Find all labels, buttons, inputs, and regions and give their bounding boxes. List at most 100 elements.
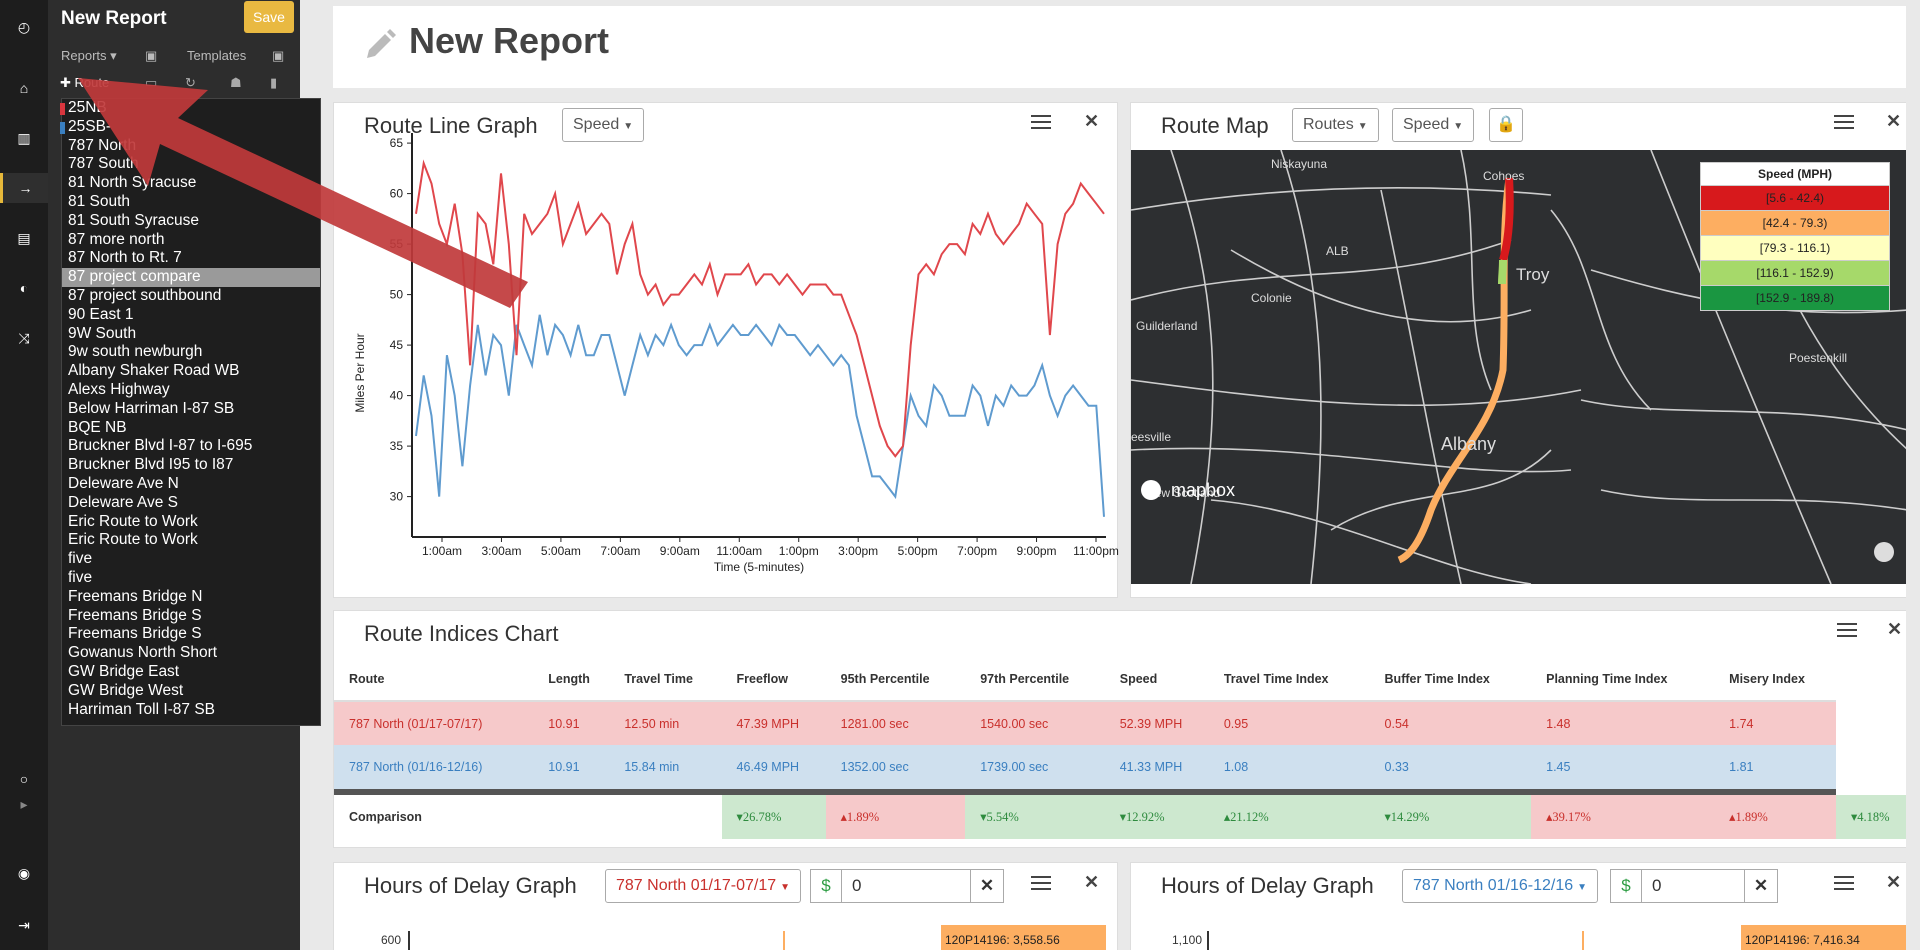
reports-menu[interactable]: Reports ▾ [61, 48, 117, 64]
delay-route-dropdown[interactable]: 787 North 01/16-12/16 ▼ [1402, 869, 1599, 903]
route-list-item[interactable]: 87 more north [62, 231, 320, 250]
route-list-item[interactable]: Deleware Ave S [62, 494, 320, 513]
route-list-item[interactable]: Gowanus North Short [62, 644, 320, 663]
route-list-item[interactable]: Below Harriman I-87 SB [62, 400, 320, 419]
user-icon[interactable]: ◉ [0, 858, 48, 888]
delay-route-dropdown[interactable]: 787 North 01/17-07/17 ▼ [605, 869, 802, 903]
shuffle-icon[interactable]: ⤨ [0, 323, 48, 353]
route-list-item[interactable]: Freemans Bridge S [62, 607, 320, 626]
column-header[interactable]: Buffer Time Index [1369, 657, 1532, 702]
lock-button[interactable]: 🔒 [1489, 108, 1523, 142]
route-arrow-icon[interactable]: → [0, 173, 48, 203]
table-cell: 1.08 [1223, 760, 1249, 774]
route-list-item[interactable]: Bruckner Blvd I95 to I87 [62, 456, 320, 475]
route-list-item[interactable]: 87 project southbound [62, 287, 320, 306]
cost-input[interactable]: 0 [841, 869, 971, 903]
route-list-item[interactable]: 87 North to Rt. 7 [62, 249, 320, 268]
x-tick-label: 1:00pm [779, 544, 819, 558]
refresh-icon[interactable]: ↻ [185, 75, 196, 91]
sidebar-title: New Report [61, 8, 167, 29]
home-icon[interactable]: ⌂ [0, 73, 48, 103]
column-header[interactable]: Route [334, 657, 534, 702]
route-list-item[interactable]: Deleware Ave N [62, 475, 320, 494]
info-icon[interactable] [1874, 542, 1894, 562]
route-list-item[interactable]: Eric Route to Work [62, 513, 320, 532]
delay-graph-card-right: Hours of Delay Graph 787 North 01/16-12/… [1130, 862, 1908, 950]
route-list-item[interactable]: GW Bridge East [62, 663, 320, 682]
route-list-item-label: BQE NB [68, 418, 127, 436]
save-button[interactable]: Save [244, 1, 294, 33]
column-header[interactable]: Planning Time Index [1531, 657, 1715, 702]
column-header[interactable]: 97th Percentile [965, 657, 1105, 702]
save-report-icon[interactable]: ▣ [145, 48, 157, 64]
table-cell: 1.81 [1729, 760, 1754, 774]
route-list-item[interactable]: five [62, 550, 320, 569]
route-dropdown-list[interactable]: 25NB 25SB- 787 North 787 South 81 North Syra… [60, 98, 321, 726]
close-icon[interactable]: ✕ [1886, 111, 1901, 132]
close-icon[interactable]: ✕ [1886, 872, 1901, 893]
y-axis [1207, 931, 1209, 950]
close-icon[interactable]: ✕ [1887, 619, 1902, 640]
users-icon[interactable]: ☗ [230, 75, 242, 91]
mapbox-logo-mark [1141, 480, 1161, 500]
templates-menu[interactable]: Templates [187, 48, 246, 63]
hamburger-menu-icon[interactable] [1031, 876, 1051, 892]
column-header[interactable]: Length [533, 657, 610, 702]
trash-icon[interactable]: ▮ [270, 75, 277, 91]
map-speed-dropdown[interactable]: Speed ▼ [1392, 108, 1475, 142]
expand-arrow-icon[interactable]: ▸ [0, 789, 48, 819]
route-list-item[interactable]: 25SB- [60, 118, 320, 137]
route-list-item[interactable]: 81 South Syracuse [62, 212, 320, 231]
route-list-item[interactable]: Harriman Toll I-87 SB [62, 701, 320, 720]
hamburger-menu-icon[interactable] [1834, 876, 1854, 892]
logout-icon[interactable]: ⇥ [0, 910, 48, 940]
route-list-item[interactable]: 787 North [62, 137, 320, 156]
dashboard-icon[interactable]: ◴ [0, 12, 48, 42]
add-route-button[interactable]: ✚ Route [60, 75, 109, 91]
route-list-item[interactable]: 25NB [60, 99, 320, 118]
route-list-item[interactable]: Bruckner Blvd I-87 to I-695 [62, 437, 320, 456]
route-list-item[interactable]: Eric Route to Work [62, 531, 320, 550]
column-header[interactable]: 95th Percentile [825, 657, 966, 702]
routes-dropdown[interactable]: Routes ▼ [1292, 108, 1379, 142]
route-list-item[interactable]: five [62, 569, 320, 588]
map-label-alb: ALB [1326, 244, 1349, 258]
clear-button[interactable]: ✕ [970, 869, 1004, 903]
route-map[interactable]: Niskayuna Cohoes ALB Troy Colonie Guilde… [1131, 150, 1908, 584]
route-list-item[interactable]: BQE NB [62, 419, 320, 438]
gauge-icon[interactable]: ◐ [0, 273, 48, 303]
column-header[interactable]: Misery Index [1714, 657, 1836, 702]
route-list-item[interactable]: Freemans Bridge N [62, 588, 320, 607]
route-list-item[interactable]: 90 East 1 [62, 306, 320, 325]
route-list-item-label: Deleware Ave S [68, 493, 178, 511]
column-header[interactable]: Speed [1104, 657, 1209, 702]
column-header[interactable]: Freeflow [721, 657, 826, 702]
clear-button[interactable]: ✕ [1744, 869, 1778, 903]
page-title: New Report [409, 20, 610, 61]
route-list-item[interactable]: Alexs Highway [62, 381, 320, 400]
table-cell: 41.33 MPH [1119, 760, 1183, 774]
save-template-icon[interactable]: ▣ [272, 48, 284, 64]
page-scrollbar[interactable] [1906, 0, 1920, 950]
hamburger-menu-icon[interactable] [1834, 115, 1854, 131]
document-icon[interactable]: ▤ [0, 223, 48, 253]
comparison-cell: ▾26.78% [721, 795, 826, 839]
route-list-item[interactable]: Albany Shaker Road WB [62, 362, 320, 381]
route-list-item[interactable]: GW Bridge West [62, 682, 320, 701]
route-list-item[interactable]: 787 South [62, 155, 320, 174]
route-list-item[interactable]: 9w south newburgh [62, 343, 320, 362]
route-list-item-label: Deleware Ave N [68, 474, 179, 492]
route-list-item[interactable]: 87 project compare [62, 268, 320, 287]
route-list-item[interactable]: 81 South [62, 193, 320, 212]
close-icon[interactable]: ✕ [1084, 872, 1099, 893]
column-header[interactable]: Travel Time Index [1208, 657, 1370, 702]
bar-chart-icon[interactable]: ▥ [0, 123, 48, 153]
table-cell: 52.39 MPH [1119, 716, 1183, 731]
folder-icon[interactable]: ▭ [145, 75, 157, 91]
route-list-item[interactable]: 81 North Syracuse [62, 174, 320, 193]
route-list-item[interactable]: Freemans Bridge S [62, 625, 320, 644]
column-header[interactable]: Travel Time [609, 657, 722, 702]
cost-input[interactable]: 0 [1641, 869, 1745, 903]
hamburger-menu-icon[interactable] [1837, 623, 1857, 639]
route-list-item[interactable]: 9W South [62, 325, 320, 344]
